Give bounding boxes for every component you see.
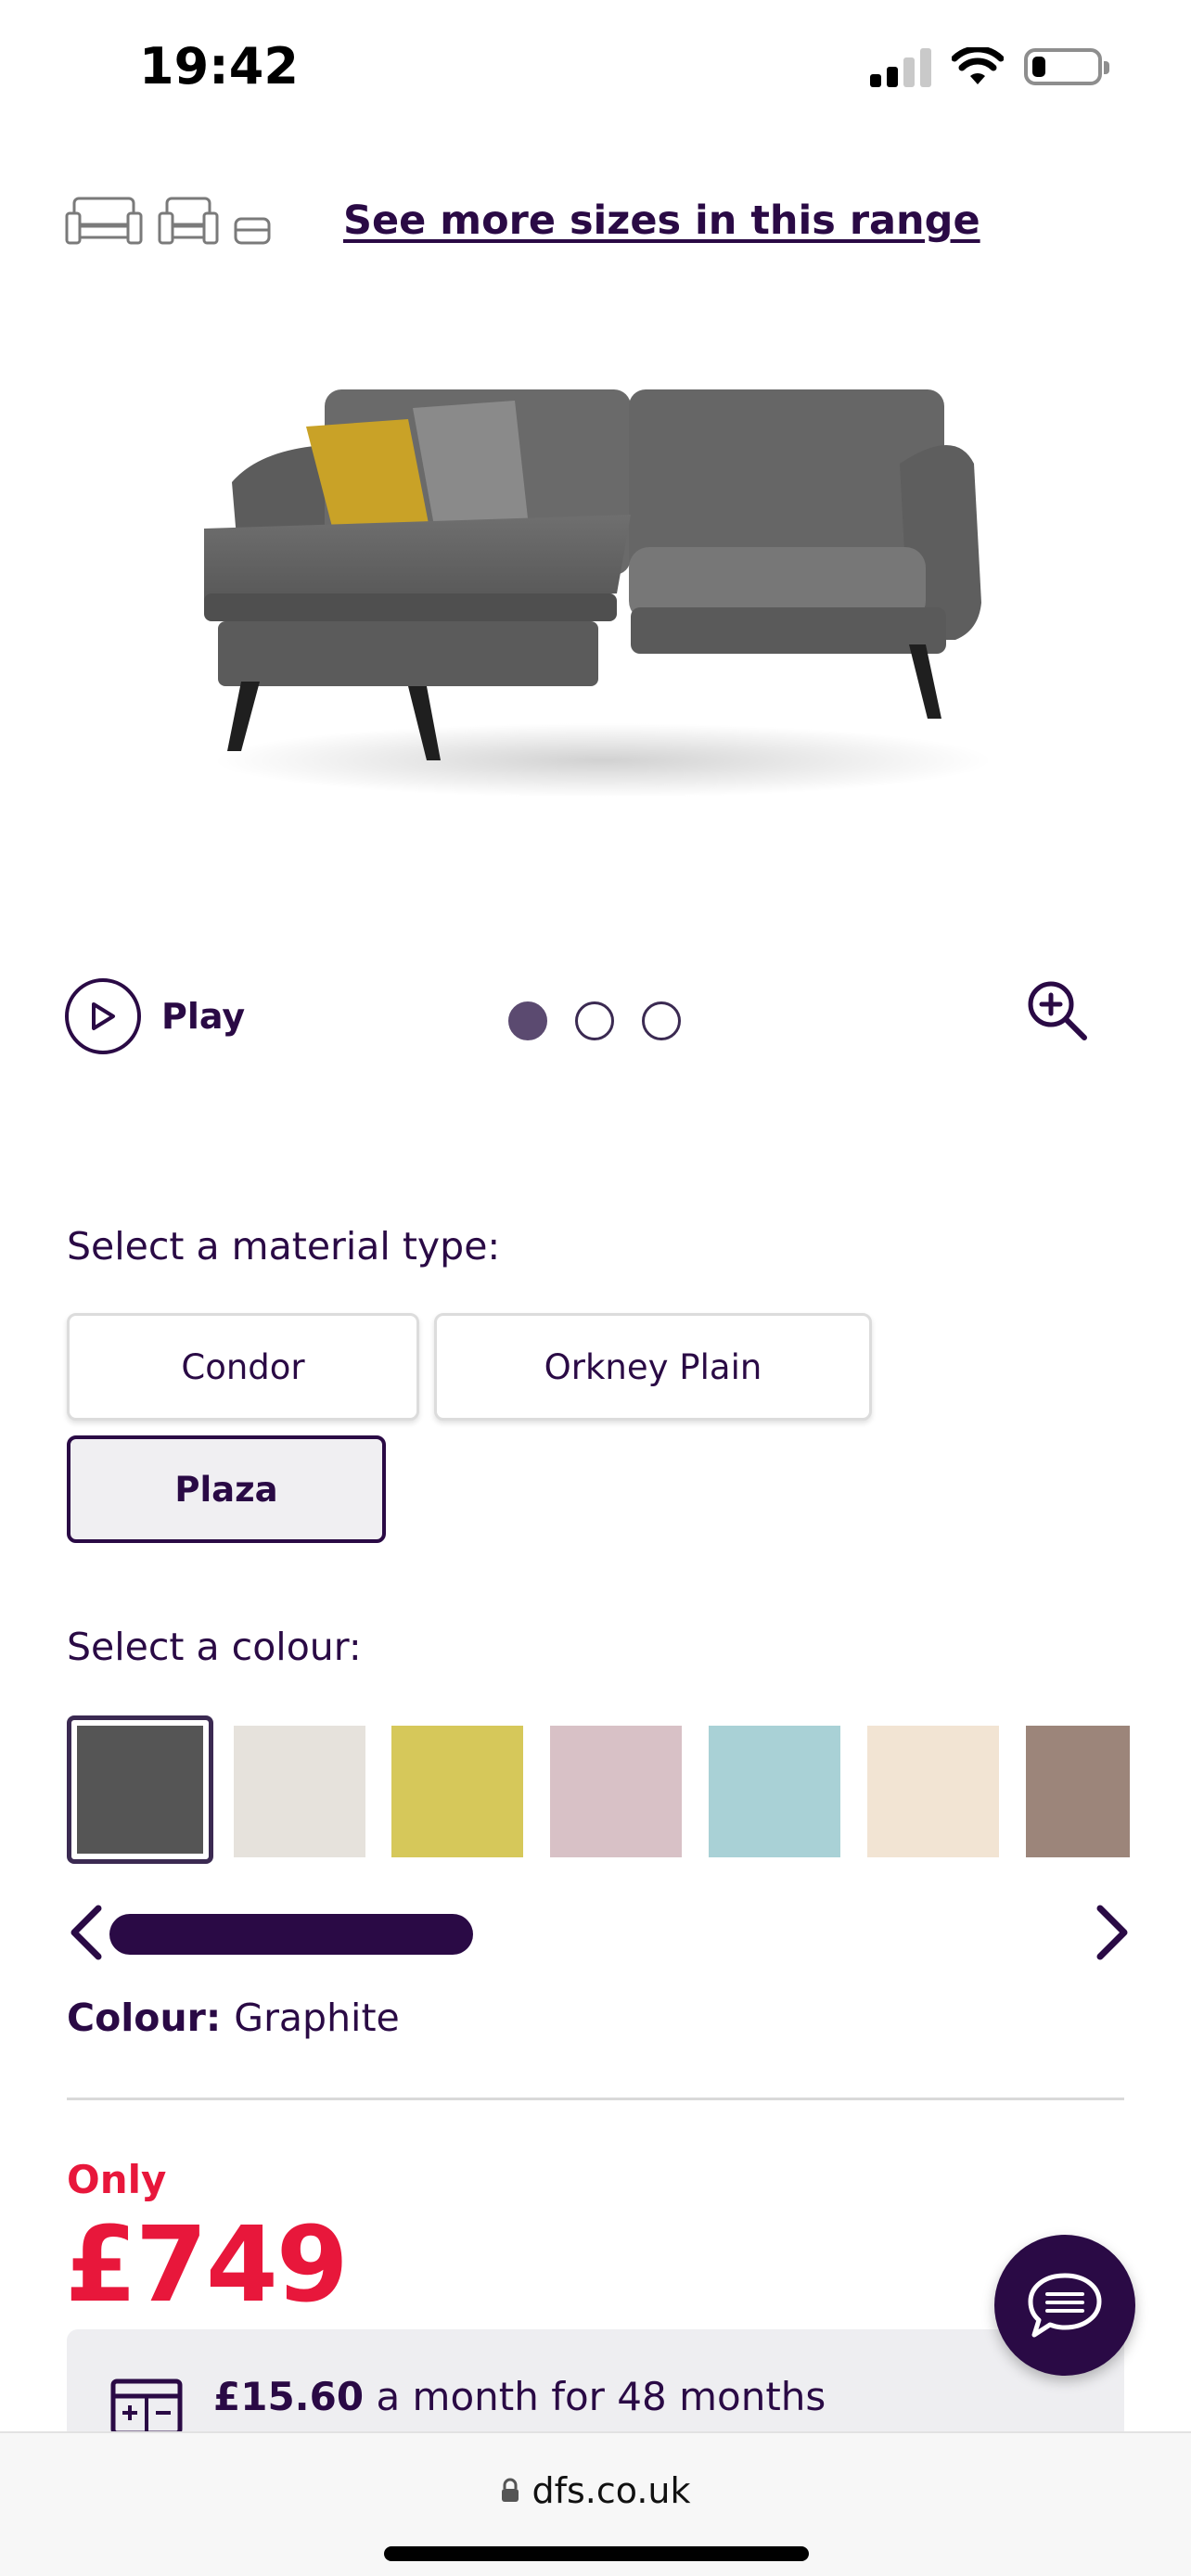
- material-option-orkney-plain[interactable]: Orkney Plain: [434, 1313, 872, 1421]
- play-icon: [65, 978, 141, 1054]
- colour-swatch[interactable]: [709, 1726, 840, 1857]
- colour-swatch[interactable]: [234, 1726, 365, 1857]
- material-option-condor[interactable]: Condor: [67, 1313, 419, 1421]
- material-type-heading: Select a material type:: [67, 1224, 501, 1269]
- battery-icon: [1024, 48, 1109, 85]
- price: £749: [65, 2205, 349, 2326]
- size-icons: [65, 195, 271, 247]
- carousel-dot-3[interactable]: [642, 1001, 681, 1040]
- play-video-button[interactable]: Play: [65, 978, 245, 1054]
- sofa-size-icon: [65, 197, 143, 245]
- colour-swatch[interactable]: [391, 1726, 523, 1857]
- play-label: Play: [161, 996, 246, 1037]
- selected-colour-label: Colour:: [67, 1996, 222, 2040]
- price-prefix: Only: [67, 2157, 167, 2202]
- address-bar[interactable]: dfs.co.uk: [0, 2470, 1191, 2511]
- chat-bubble-icon: [1028, 2273, 1102, 2338]
- chevron-left-icon[interactable]: [61, 1903, 117, 1962]
- selected-colour: Colour: Graphite: [67, 1996, 400, 2040]
- carousel-dot-1[interactable]: [508, 1001, 547, 1040]
- carousel-dots: [508, 1001, 681, 1040]
- material-option-plaza[interactable]: Plaza: [67, 1435, 386, 1543]
- chat-button[interactable]: [994, 2235, 1135, 2376]
- colour-swatch[interactable]: [550, 1726, 682, 1857]
- footstool-size-icon: [234, 217, 271, 245]
- browser-bottom-bar: dfs.co.uk: [0, 2431, 1191, 2576]
- sofa-product-image: [204, 389, 992, 797]
- carousel-dot-2[interactable]: [575, 1001, 614, 1040]
- lock-icon: [502, 2478, 519, 2502]
- see-more-sizes-link[interactable]: See more sizes in this range: [343, 198, 980, 244]
- finance-amount: £15.60: [213, 2374, 365, 2419]
- chevron-right-icon[interactable]: [1082, 1903, 1137, 1962]
- url-text: dfs.co.uk: [531, 2470, 691, 2511]
- colour-swatch-row: [67, 1714, 1130, 1864]
- colour-swatch[interactable]: [1026, 1726, 1130, 1857]
- swatch-scroller: [61, 1899, 1137, 1966]
- status-time: 19:42: [139, 37, 299, 96]
- finance-terms: a month for 48 months: [376, 2374, 826, 2419]
- cellular-signal-icon: [870, 46, 931, 87]
- selected-colour-value: Graphite: [234, 1996, 400, 2040]
- status-icons: [870, 46, 1109, 87]
- calculator-icon: [110, 2378, 183, 2433]
- colour-swatch-graphite[interactable]: [67, 1715, 213, 1864]
- zoom-in-icon[interactable]: [1025, 978, 1090, 1043]
- armchair-size-icon: [158, 197, 219, 245]
- status-bar: 19:42: [0, 0, 1191, 139]
- home-indicator: [384, 2546, 809, 2561]
- swatch-scrollbar-thumb[interactable]: [109, 1914, 473, 1955]
- finance-text: £15.60 a month for 48 months: [213, 2374, 826, 2419]
- wifi-icon: [952, 47, 1004, 84]
- divider: [67, 2098, 1124, 2100]
- colour-heading: Select a colour:: [67, 1625, 362, 1669]
- size-range-row: See more sizes in this range: [65, 195, 980, 247]
- colour-swatch[interactable]: [867, 1726, 999, 1857]
